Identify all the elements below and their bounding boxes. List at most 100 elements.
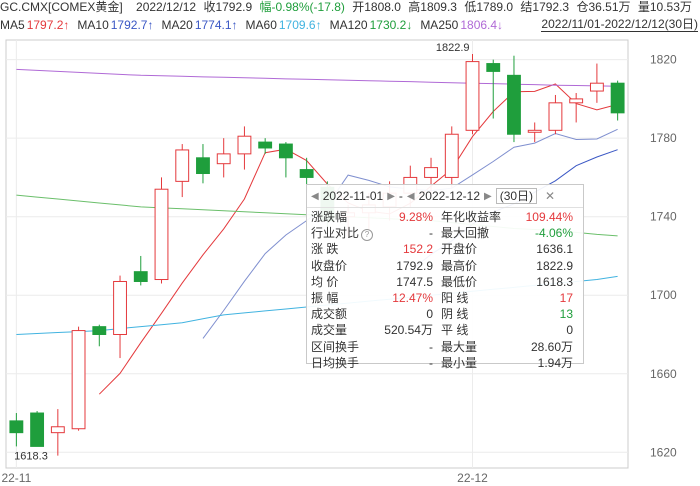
stat-value: 109.44%: [525, 210, 573, 224]
ma-legend-label: MA250: [420, 18, 459, 32]
ma-line-ma250: [16, 68, 618, 87]
stat-value: 1636.1: [536, 242, 573, 257]
stat-label: 成交额: [311, 307, 348, 322]
start-prev-arrow-icon[interactable]: ◀: [311, 191, 319, 202]
y-tick-label: 1700: [650, 288, 677, 302]
candle-body: [92, 326, 107, 335]
stat-value: 1747.5: [396, 274, 433, 289]
x-tick-label: 22-12: [457, 471, 488, 485]
stat-value: 17: [559, 291, 573, 306]
stat-label: 成交量: [311, 323, 348, 338]
settle-label: 结1792.3: [520, 0, 570, 14]
ma-legend-value: 1774.1↑: [194, 18, 238, 32]
open-label: 开1808.0: [352, 0, 401, 14]
stat-value: 1792.9: [396, 258, 433, 273]
candle-body: [299, 169, 314, 178]
stat-value: 152.2: [402, 242, 433, 257]
stat-value: 1618.3: [536, 274, 573, 289]
stat-label: 平 线: [441, 323, 469, 338]
stat-label: 涨 跌: [311, 242, 339, 257]
ma-legend-value: 1797.2↑: [26, 18, 70, 32]
candle-body: [278, 143, 293, 159]
stat-value: -: [429, 339, 433, 354]
stat-label: 振 幅: [311, 291, 339, 306]
stat-label: 阴 线: [441, 307, 469, 322]
candle-body: [424, 167, 438, 178]
y-tick-label: 1660: [650, 367, 677, 381]
ma-legend-label: MA10: [77, 18, 109, 32]
stat-label: 最高价: [441, 258, 478, 273]
end-date[interactable]: 2022-12-12: [419, 189, 480, 203]
days-count: (30日): [495, 188, 538, 204]
interval-stats-panel: ◀ 2022-11-01 ▶ - ◀ 2022-12-12 ▶ (30日) ✕ …: [306, 184, 584, 370]
candle-body: [9, 420, 24, 434]
candle-body: [175, 149, 190, 182]
stat-value: 1822.9: [536, 258, 573, 273]
y-tick-label: 1780: [650, 131, 677, 145]
stat-value: 28.60万: [530, 339, 573, 354]
date-label: 2022/12/12: [136, 0, 197, 14]
symbol-label: GC.CMX[COMEX黄金]: [0, 0, 123, 14]
high-label: 高1809.3: [408, 0, 457, 14]
candle-body: [196, 157, 210, 175]
candle-body: [569, 98, 584, 104]
y-tick-label: 1620: [650, 445, 677, 459]
x-tick-label: 22-11: [1, 471, 31, 485]
range-dash: -: [398, 189, 403, 203]
ma-legend-label: MA120: [329, 18, 368, 32]
ma-legend-label: MA20: [161, 18, 193, 32]
quote-header: GC.CMX[COMEX黄金] 2022/12/12 收1792.9 幅-0.9…: [0, 0, 696, 14]
stat-value: -: [429, 226, 433, 241]
min-price-label: 1618.3: [14, 451, 48, 463]
ma-legend-label: MA60: [245, 18, 277, 32]
stat-label: 最小量: [441, 355, 478, 370]
stat-value: 520.54万: [384, 323, 433, 338]
stat-label: 均 价: [311, 274, 339, 289]
end-next-arrow-icon[interactable]: ▶: [484, 191, 492, 202]
position-label: 仓36.51万: [576, 0, 631, 14]
close-icon[interactable]: ✕: [545, 189, 555, 203]
stat-label: 年化收益率: [441, 210, 502, 224]
ma-legend-value: 1806.4↓: [460, 18, 504, 32]
date-range-selector[interactable]: 2022/11/01-2022/12/12(30日): [541, 17, 698, 32]
candle-body: [610, 82, 625, 114]
candle-body: [216, 153, 231, 165]
stat-label: 最低价: [441, 274, 478, 289]
start-date[interactable]: 2022-11-01: [323, 189, 384, 203]
stat-value: -: [429, 355, 433, 370]
stat-value: 9.28%: [398, 210, 433, 224]
stat-value: 12.47%: [392, 291, 433, 306]
max-price-label: 1822.9: [436, 42, 470, 54]
candle-body: [50, 426, 65, 434]
stat-value: 1.94万: [537, 355, 573, 370]
candle-body: [154, 188, 169, 281]
candle-body: [465, 61, 480, 131]
ma-legend-value: 1730.2↓: [369, 18, 413, 32]
ma-legend-value: 1792.7↑: [110, 18, 154, 32]
stat-label: 行业对比?: [311, 226, 374, 242]
ma-legend-value: 1709.6↑: [278, 18, 322, 32]
volume-label: 量10.53万: [637, 0, 692, 14]
close-label: 收1792.9: [203, 0, 253, 14]
candle-body: [71, 330, 86, 430]
end-prev-arrow-icon[interactable]: ◀: [407, 191, 415, 202]
change-label: 幅-0.98%(-17.8): [259, 0, 345, 14]
y-tick-label: 1740: [650, 210, 677, 224]
candle-body: [507, 74, 521, 135]
candle-body: [113, 280, 127, 335]
stat-label: 区间换手: [311, 339, 360, 354]
y-tick-label: 1820: [650, 53, 677, 67]
stat-label: 最大量: [441, 339, 478, 354]
stats-grid: 涨跌幅 9.28% 年化收益率 109.44% 行业对比? - 最大回撤 -4.06% 涨 跌1…: [307, 208, 583, 371]
help-icon[interactable]: ?: [361, 229, 374, 242]
candle-body: [548, 102, 563, 131]
stat-label: 涨跌幅: [311, 210, 348, 224]
candle-body: [133, 271, 148, 282]
stat-value: 0: [426, 307, 433, 322]
stat-value: 13: [559, 307, 573, 322]
start-next-arrow-icon[interactable]: ▶: [387, 191, 395, 202]
interval-toolbar: ◀ 2022-11-01 ▶ - ◀ 2022-12-12 ▶ (30日) ✕: [307, 185, 583, 208]
candle-body: [30, 412, 45, 447]
candle-body: [444, 133, 459, 178]
stat-label: 收盘价: [311, 258, 348, 273]
